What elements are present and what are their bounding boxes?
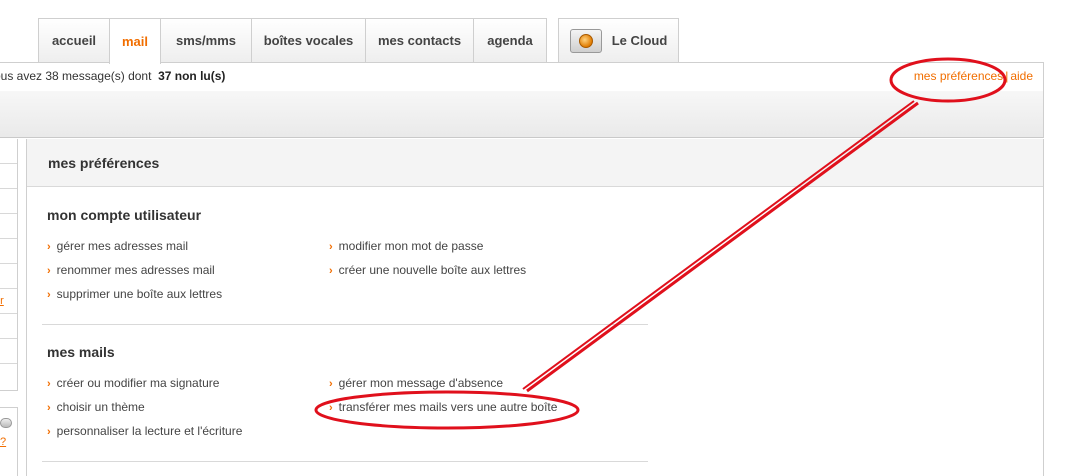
chevron-right-icon: › [47,289,51,301]
link-label: créer une nouvelle boîte aux lettres [338,263,527,277]
page-title: mes préférences [48,154,160,171]
help-question-link[interactable]: ? [0,436,6,448]
chevron-right-icon: › [329,402,333,414]
cloud-folder-icon [569,28,602,53]
section-divider [42,461,648,462]
section-divider [42,324,648,325]
sidebar-row [0,239,17,264]
sidebar-lower-box: ? [0,407,18,476]
top-links: mes préférences | aide [914,69,1033,83]
tab-accueil[interactable]: accueil [38,18,110,62]
chevron-right-icon: › [329,378,333,390]
tab-le-cloud[interactable]: Le Cloud [558,18,679,62]
link-change-password[interactable]: › modifier mon mot de passe [329,239,483,253]
tab-label: mail [121,34,148,49]
link-label: gérer mes adresses mail [56,239,189,253]
link-signature[interactable]: › créer ou modifier ma signature [47,376,219,390]
help-link[interactable]: aide [1010,69,1033,83]
chevron-right-icon: › [329,265,333,277]
message-count-text: ous avez 38 message(s) dont [0,69,152,83]
link-reading-writing[interactable]: › personnaliser la lecture et l'écriture [47,424,242,438]
link-separator: | [1005,69,1009,83]
sidebar-link-fragment[interactable]: s [0,164,17,188]
section-mails: mes mails › créer ou modifier ma signatur… [47,344,647,438]
sidebar-row [0,139,17,164]
link-delete-mailbox[interactable]: › supprimer une boîte aux lettres [47,287,222,301]
sidebar-folder-list: s er [0,139,18,391]
link-manage-addresses[interactable]: › gérer mes adresses mail [47,239,188,253]
sidebar-row [0,314,17,339]
link-label: personnaliser la lecture et l'écriture [56,424,243,438]
chevron-right-icon: › [47,265,51,277]
link-label: modifier mon mot de passe [338,239,484,253]
section-title: mes mails [47,344,115,360]
chevron-right-icon: › [47,402,51,414]
link-label: choisir un thème [56,400,145,414]
tab-label: sms/mms [176,33,236,48]
sidebar-row[interactable]: er [0,289,17,314]
link-forward-mails[interactable]: › transférer mes mails vers une autre boî… [329,400,557,414]
link-label: créer ou modifier ma signature [56,376,220,390]
scroll-knob[interactable] [0,418,12,428]
sidebar-row [0,214,17,239]
preferences-link[interactable]: mes préférences [914,69,1003,83]
sidebar-row [0,264,17,289]
chevron-right-icon: › [47,378,51,390]
section-account: mon compte utilisateur › gérer mes adress… [47,207,647,301]
sidebar-row [0,189,17,214]
link-label: supprimer une boîte aux lettres [56,287,223,301]
chevron-right-icon: › [47,241,51,253]
preferences-panel: mes préférences mon compte utilisateur ›… [26,139,1044,476]
tab-agenda[interactable]: agenda [473,18,547,62]
tab-boites-vocales[interactable]: boîtes vocales [251,18,366,62]
tab-label: agenda [487,33,533,48]
sidebar-row[interactable]: s [0,164,17,189]
mail-info-bar: ous avez 38 message(s) dont 37 non lu(s)… [0,62,1044,138]
link-label: transférer mes mails vers une autre boît… [338,400,558,414]
link-choose-theme[interactable]: › choisir un thème [47,400,145,414]
tab-label: mes contacts [377,33,462,48]
tab-sms-mms[interactable]: sms/mms [160,18,252,62]
tab-label: accueil [51,33,97,48]
chevron-right-icon: › [329,241,333,253]
chevron-right-icon: › [47,426,51,438]
link-rename-addresses[interactable]: › renommer mes adresses mail [47,263,215,277]
message-count: ous avez 38 message(s) dont 37 non lu(s) [0,69,225,83]
section-title: mon compte utilisateur [47,207,202,223]
panel-header: mes préférences [27,139,1043,187]
left-sidebar: s er ? [0,139,18,476]
sidebar-row [0,339,17,364]
link-create-mailbox[interactable]: › créer une nouvelle boîte aux lettres [329,263,526,277]
tab-label: Le Cloud [611,33,668,48]
tab-mes-contacts[interactable]: mes contacts [365,18,474,62]
link-absence-message[interactable]: › gérer mon message d'absence [329,376,503,390]
tab-mail[interactable]: mail [109,18,161,64]
link-label: gérer mon message d'absence [338,376,504,390]
sidebar-link-fragment[interactable]: er [0,289,17,313]
unread-count: 37 non lu(s) [158,69,226,83]
link-label: renommer mes adresses mail [56,263,215,277]
tab-label: boîtes vocales [263,33,354,48]
